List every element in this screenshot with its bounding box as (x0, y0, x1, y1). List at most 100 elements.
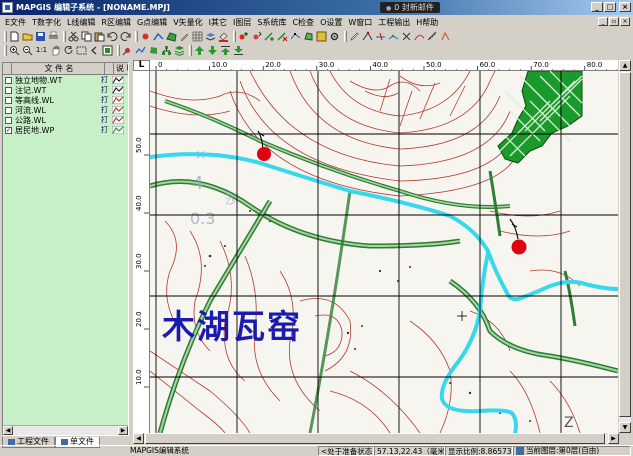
window-zoom-icon[interactable] (76, 45, 87, 56)
pen-tool-icon[interactable] (349, 31, 360, 42)
hierarchy-icon[interactable] (161, 45, 172, 56)
header-filename[interactable]: 文 件 名 (12, 63, 105, 74)
layer-visibility-checkbox[interactable] (5, 76, 12, 84)
hscroll-thumb[interactable] (145, 433, 605, 444)
add-line-icon[interactable] (264, 31, 275, 42)
point-edit-icon[interactable] (122, 45, 133, 56)
refresh-icon[interactable] (63, 45, 74, 56)
cut-icon[interactable] (68, 31, 79, 42)
close-button[interactable]: × (619, 2, 631, 12)
print-icon[interactable] (48, 31, 59, 42)
layer-row[interactable]: 等高线.WL 打 (3, 95, 128, 105)
ruler-corner[interactable]: L (133, 60, 150, 71)
layer-row[interactable]: ✓ 居民地.WP 打 (3, 125, 128, 135)
map-hscroll[interactable]: ◀ ▶ (133, 433, 619, 444)
menu-window[interactable]: W窗口 (345, 17, 375, 28)
add-point-icon[interactable] (238, 31, 249, 42)
select-point-icon[interactable] (140, 31, 151, 42)
move-bottom-icon[interactable] (233, 45, 244, 56)
layer-panel-hscroll[interactable]: ◀ ▶ (3, 425, 128, 435)
edit-tool-icon[interactable] (179, 31, 190, 42)
map-canvas[interactable]: 4 0.3 沙 × Z 木湖瓦窑 (150, 71, 618, 433)
pan-hand-icon[interactable] (50, 45, 61, 56)
redo-icon[interactable] (120, 31, 131, 42)
snap-icon[interactable] (401, 31, 412, 42)
header-visibility[interactable] (3, 63, 12, 74)
header-description[interactable]: 说 明 (114, 63, 128, 74)
scroll-left-arrow[interactable]: ◀ (3, 426, 13, 435)
menu-other[interactable]: I其它 (206, 17, 230, 28)
menu-layer[interactable]: I图层 (230, 17, 254, 28)
layer-row[interactable]: 注记.WT 打 (3, 85, 128, 95)
menu-file[interactable]: E文件 (2, 17, 29, 28)
line-edit-icon[interactable] (135, 45, 146, 56)
area-select-icon[interactable] (148, 45, 159, 56)
select-area-icon[interactable] (166, 31, 177, 42)
move-down-icon[interactable] (207, 45, 218, 56)
new-file-icon[interactable] (9, 31, 20, 42)
layer-visibility-checkbox[interactable] (5, 116, 12, 124)
undo-icon[interactable] (107, 31, 118, 42)
save-icon[interactable] (35, 31, 46, 42)
layer-visibility-checkbox[interactable] (5, 106, 12, 114)
copy-icon[interactable] (81, 31, 92, 42)
mail-notification[interactable]: 0 封新邮件 (380, 2, 440, 13)
select-line-icon[interactable] (153, 31, 164, 42)
menu-line-edit[interactable]: L线编辑 (64, 17, 98, 28)
scroll-up-arrow[interactable]: ▲ (619, 60, 631, 71)
move-up-icon[interactable] (194, 45, 205, 56)
layer-icon[interactable] (205, 31, 216, 42)
maximize-button[interactable]: □ (604, 2, 616, 12)
scroll-right-arrow[interactable]: ▶ (608, 433, 619, 444)
measure-icon[interactable] (427, 31, 438, 42)
layer-row[interactable]: 独立地物.WT 打 (3, 75, 128, 85)
scroll-left-arrow[interactable]: ◀ (133, 433, 144, 444)
delete-line-icon[interactable] (277, 31, 288, 42)
previous-view-icon[interactable] (89, 45, 100, 56)
layer-row[interactable]: 河流.WL 打 (3, 105, 128, 115)
move-top-icon[interactable] (220, 45, 231, 56)
menu-help[interactable]: H帮助 (413, 17, 441, 28)
paste-icon[interactable] (94, 31, 105, 42)
join-line-icon[interactable] (388, 31, 399, 42)
header-status[interactable] (105, 63, 114, 74)
full-view-icon[interactable] (102, 45, 113, 56)
mdi-close-button[interactable]: × (620, 17, 630, 26)
grid-icon[interactable] (192, 31, 203, 42)
menu-area-edit[interactable]: R区编辑 (98, 17, 134, 28)
area-fill-icon[interactable] (316, 31, 327, 42)
open-folder-icon[interactable] (22, 31, 33, 42)
layer-visibility-checkbox[interactable]: ✓ (5, 126, 12, 134)
scroll-right-arrow[interactable]: ▶ (118, 426, 128, 435)
settings-icon[interactable] (329, 31, 340, 42)
menu-system-library[interactable]: S系统库 (254, 17, 289, 28)
node-tool-icon[interactable] (362, 31, 373, 42)
menu-settings[interactable]: O设置 (317, 17, 345, 28)
minimize-button[interactable]: _ (591, 2, 603, 12)
menu-point-edit[interactable]: G点编辑 (134, 17, 170, 28)
zoom-out-icon[interactable] (22, 45, 33, 56)
cut-line-icon[interactable] (375, 31, 386, 42)
layer-row[interactable]: 公路.WL 打 (3, 115, 128, 125)
menu-digitize[interactable]: T数字化 (29, 17, 64, 28)
layer-manager-icon[interactable] (174, 45, 185, 56)
scroll-down-arrow[interactable]: ▼ (619, 422, 631, 433)
mdi-restore-button[interactable]: ▫ (609, 17, 619, 26)
menu-vectorize[interactable]: V矢量化 (170, 17, 205, 28)
zoom-in-icon[interactable] (9, 45, 20, 56)
line-node-icon[interactable] (290, 31, 301, 42)
reshape-icon[interactable] (414, 31, 425, 42)
vscroll-thumb[interactable] (619, 72, 631, 417)
menu-check[interactable]: C检查 (289, 17, 317, 28)
color-fill-icon[interactable] (218, 31, 229, 42)
area-edit-icon[interactable] (303, 31, 314, 42)
move-point-icon[interactable] (251, 31, 262, 42)
layer-visibility-checkbox[interactable] (5, 86, 12, 94)
menu-project-output[interactable]: 工程输出 (375, 17, 413, 28)
layer-visibility-checkbox[interactable] (5, 96, 12, 104)
map-vscroll[interactable]: ▲ ▼ (619, 60, 631, 433)
actual-size-icon[interactable]: 1:1 (35, 45, 48, 56)
vectorize-icon[interactable] (440, 31, 451, 42)
map-place-label[interactable]: 木湖瓦窑 (162, 308, 302, 346)
mdi-minimize-button[interactable]: _ (598, 17, 608, 26)
